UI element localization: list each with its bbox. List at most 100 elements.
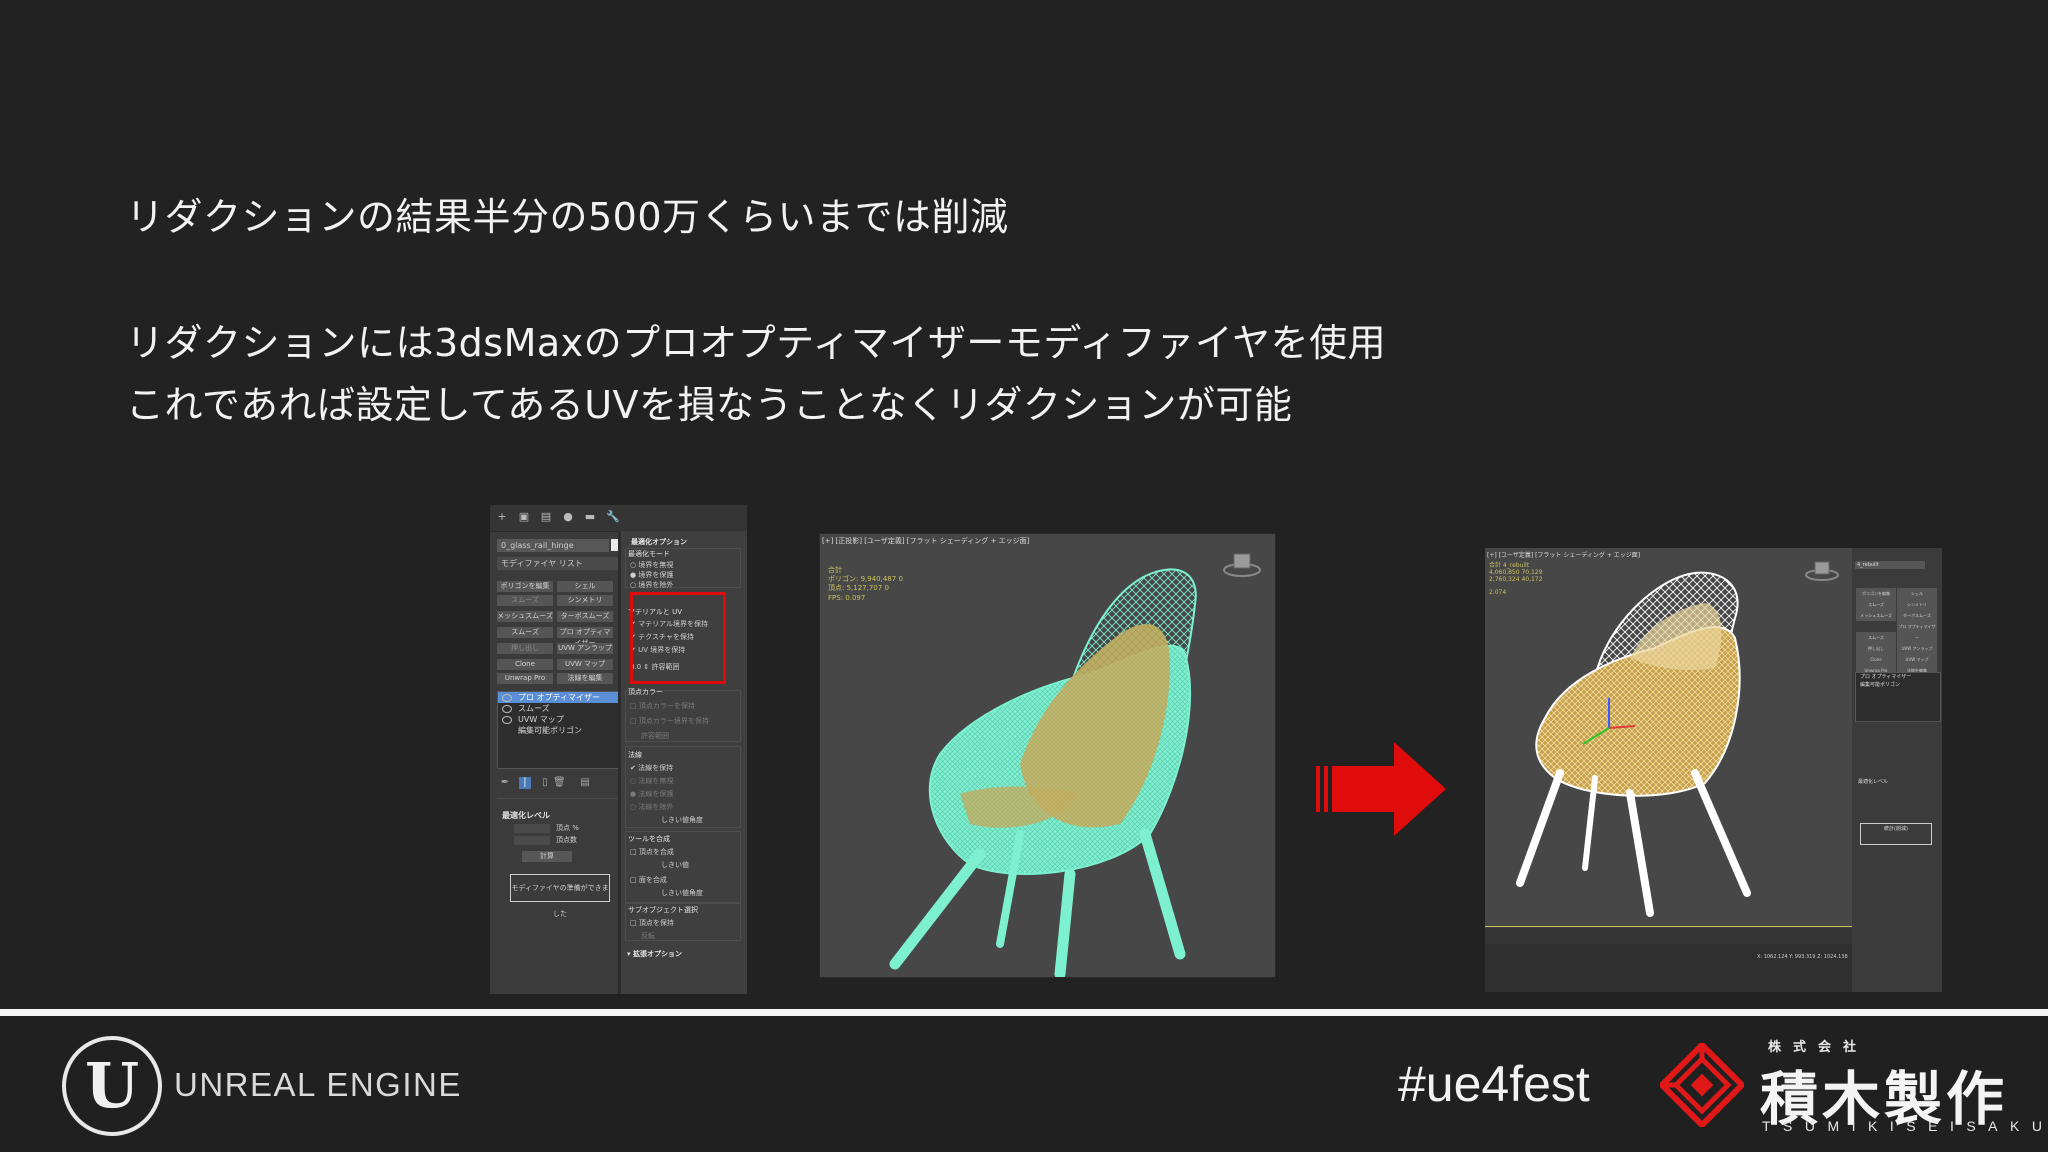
vertex-count-label: 頂点数	[556, 836, 577, 844]
merge-threshold-label: しきい値	[661, 861, 689, 869]
modifier-stack: プロ オプティマイザー スムーズ UVW マップ 編集可能ポリゴン	[497, 691, 621, 769]
modifier-button[interactable]: ポリゴンを編集	[497, 581, 553, 592]
modifier-button[interactable]: メッシュスムーズ	[1856, 610, 1896, 621]
extra-options-header[interactable]: ▾ 拡張オプション	[627, 949, 682, 959]
modifier-button[interactable]: UVW アンラップ	[557, 643, 613, 654]
modifier-button[interactable]: メッシュスムーズ	[497, 611, 553, 622]
modifier-button[interactable]: プロ オプティマイザー	[1897, 621, 1937, 643]
optimization-level-header[interactable]: 最適化レベル	[502, 810, 550, 821]
modifier-button[interactable]: スムーズ	[1856, 599, 1896, 610]
modifier-left-column: 0_glass_rail_hinge モディファイヤ リスト ポリゴンを編集 シ…	[494, 533, 621, 991]
modifier-button[interactable]: 押し出し	[1856, 643, 1896, 654]
eye-icon[interactable]	[502, 705, 512, 713]
modifier-button[interactable]: Clone	[497, 659, 553, 670]
normals-radio-exclude[interactable]: ○ 法線を除外	[630, 802, 673, 812]
slide-text-line-3: これであれば設定してあるUVを損なうことなくリダクションが可能	[126, 383, 1293, 427]
modifier-button[interactable]: UVW マップ	[1897, 654, 1937, 665]
vertex-percent-spinner[interactable]	[514, 824, 550, 833]
chair-mesh-before	[889, 553, 1261, 977]
configure-sets-icon[interactable]: ▤	[579, 777, 591, 789]
object-name-field[interactable]: 4_rebuilt	[1855, 561, 1925, 569]
viewport-after[interactable]: [+] [ユーザ定義] [フラット シェーディング + エッジ面] 合計 4_r…	[1485, 548, 1942, 992]
remove-modifier-icon[interactable]: 🗑	[553, 777, 566, 789]
object-name-field[interactable]: 0_glass_rail_hinge	[497, 539, 609, 552]
normals-radio-protect[interactable]: ● 法線を保護	[630, 789, 673, 799]
merge-angle-label: しきい値角度	[661, 889, 703, 897]
modifier-button[interactable]: ターボスムーズ	[557, 611, 613, 622]
divider	[497, 798, 619, 799]
checkbox-merge-faces[interactable]: □ 面を合成	[630, 875, 667, 885]
modifier-button[interactable]: スムーズ	[1856, 632, 1896, 643]
modifier-button[interactable]: 法線を編集	[557, 673, 613, 684]
vertex-percent-label: 頂点 %	[556, 824, 579, 832]
stack-tools-row: ✒ ∣ ▯ 🗑 ▤	[497, 775, 619, 791]
footer-divider	[0, 1009, 2048, 1016]
viewport-before[interactable]: [+] [正投影] [ユーザ定義] [フラット シェーディング + エッジ面] …	[819, 533, 1276, 978]
vertex-count-spinner[interactable]	[514, 836, 550, 845]
modifier-button[interactable]: シンメトリ	[557, 595, 613, 606]
invert-label: 反転	[641, 932, 655, 940]
modifier-button[interactable]: Unwrap Pro	[497, 673, 553, 684]
merge-title: ツールを合成	[628, 835, 670, 843]
normals-title: 法線	[628, 751, 642, 759]
slide-text-line-1: リダクションの結果半分の500万くらいまでは削減	[126, 195, 1009, 239]
eye-icon[interactable]	[502, 694, 512, 702]
modifier-button[interactable]: Clone	[1856, 654, 1896, 665]
eye-icon[interactable]	[502, 716, 512, 724]
hierarchy-tab-icon[interactable]: ▤	[540, 511, 552, 523]
highlight-box	[630, 592, 726, 684]
stack-item-editable-poly[interactable]: 編集可能ポリゴン	[498, 725, 620, 736]
checkbox-keep-normals[interactable]: ✔ 法線を保持	[630, 763, 673, 773]
mode-radio-exclude[interactable]: ○ 境界を除外	[630, 580, 673, 590]
slide-text-line-2: リダクションには3dsMaxのプロオプティマイザーモディファイヤを使用	[126, 321, 1387, 365]
modifier-button[interactable]: ターボスムーズ	[1897, 610, 1937, 621]
modifier-panel-screenshot: + ▣ ▤ ● ▬ 🔧 0_glass_rail_hinge モディファイヤ リ…	[490, 505, 747, 994]
stack-item-uvw-map[interactable]: UVW マップ	[498, 714, 620, 725]
tsumiki-logo-icon	[1660, 1043, 1744, 1127]
checkbox-merge-vertices[interactable]: □ 頂点を合成	[630, 847, 674, 857]
modifier-button[interactable]: ポリゴンを編集	[1856, 588, 1896, 599]
stack-item[interactable]: 編集可能ポリゴン	[1856, 681, 1940, 689]
modifier-button[interactable]: シェル	[557, 581, 613, 592]
mode-title: 最適化モード	[628, 550, 670, 558]
viewport-after-canvas[interactable]: [+] [ユーザ定義] [フラット シェーディング + エッジ面] 合計 4_r…	[1485, 548, 1853, 927]
stack-item[interactable]: プロ オプティマイザー	[1856, 673, 1940, 681]
normals-radio-ignore[interactable]: ○ 法線を無視	[630, 776, 673, 786]
checkbox-keep-vc-border[interactable]: □ 頂点カラー境界を保持	[630, 716, 709, 726]
modifier-button[interactable]: シェル	[1897, 588, 1937, 599]
modifier-button[interactable]: プロ オプティマイザー	[557, 627, 613, 647]
mode-radio-ignore[interactable]: ○ 境界を無視	[630, 560, 673, 570]
viewcube-icon[interactable]	[1805, 561, 1839, 581]
modifier-button[interactable]: シンメトリ	[1897, 599, 1937, 610]
make-unique-icon[interactable]: ▯	[539, 777, 551, 789]
modifier-button[interactable]: 押し出し	[497, 643, 553, 654]
display-tab-icon[interactable]: ▬	[584, 511, 596, 523]
optimization-options-header[interactable]: 最適化オプション	[631, 537, 687, 547]
optimization-level-header[interactable]: 最適化レベル	[1858, 778, 1888, 785]
status-message: モディファイヤの準備ができました	[510, 874, 610, 918]
stack-item-smooth[interactable]: スムーズ	[498, 703, 620, 714]
checkbox-keep-vertices[interactable]: □ 頂点を保持	[630, 918, 674, 928]
pin-stack-icon[interactable]: ✒	[499, 777, 511, 789]
timeline[interactable]	[1485, 928, 1852, 944]
modifier-stack: プロ オプティマイザー 編集可能ポリゴン	[1855, 672, 1941, 722]
show-end-result-icon[interactable]: ∣	[519, 777, 531, 789]
command-panel-toolbar: + ▣ ▤ ● ▬ 🔧	[490, 505, 747, 532]
viewcube-icon[interactable]	[1223, 553, 1261, 577]
modifier-list-dropdown[interactable]: モディファイヤ リスト	[497, 557, 619, 570]
utilities-tab-icon[interactable]: 🔧	[606, 511, 620, 523]
calculate-button[interactable]: 計算	[522, 851, 572, 862]
stack-item-pro-optimizer[interactable]: プロ オプティマイザー	[498, 692, 620, 703]
modifier-button[interactable]: スムーズ	[497, 595, 553, 606]
modifier-button[interactable]: スムーズ	[497, 627, 553, 638]
event-hashtag: #ue4fest	[1398, 1056, 1590, 1112]
modifier-button[interactable]: UVW マップ	[557, 659, 613, 670]
motion-tab-icon[interactable]: ●	[562, 511, 574, 523]
modify-tab-icon[interactable]: ▣	[518, 511, 530, 523]
chair-mesh-after	[1516, 561, 1839, 917]
unreal-u-icon: U	[84, 1049, 140, 1122]
checkbox-keep-vc[interactable]: □ 頂点カラーを保持	[630, 701, 695, 711]
create-tab-icon[interactable]: +	[496, 511, 508, 523]
mode-radio-protect[interactable]: ● 境界を保護	[630, 570, 673, 580]
modifier-button[interactable]: UVW アンラップ	[1897, 643, 1937, 654]
